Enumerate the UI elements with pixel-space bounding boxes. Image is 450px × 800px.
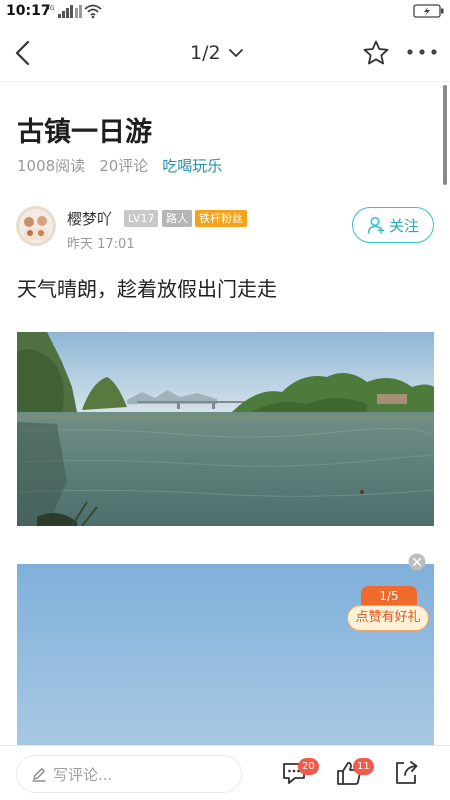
network-type: 4G <box>46 5 55 12</box>
follow-button[interactable]: 关注 <box>352 207 434 243</box>
page-indicator: 1/2 <box>190 42 221 64</box>
article-meta: 1008阅读 20评论 吃喝玩乐 <box>17 155 222 176</box>
read-count: 1008阅读 <box>17 157 86 175</box>
close-icon[interactable] <box>408 553 426 571</box>
back-icon[interactable] <box>12 40 34 66</box>
follow-label: 关注 <box>388 216 419 235</box>
avatar[interactable] <box>16 206 56 246</box>
comment-count-badge: 20 <box>298 758 319 775</box>
share-icon[interactable] <box>392 759 420 787</box>
scrollbar[interactable] <box>443 85 447 185</box>
author-name[interactable]: 樱梦吖 <box>67 208 112 229</box>
more-icon[interactable] <box>405 47 439 57</box>
river-photo[interactable] <box>17 332 434 526</box>
comment-input[interactable]: 写评论... <box>16 755 242 793</box>
top-navigation: 1/2 <box>0 24 450 82</box>
fan-badge: 铁杆粉丝 <box>195 210 247 227</box>
level-badge: LV17 <box>124 210 159 227</box>
pencil-icon <box>32 768 46 782</box>
star-icon[interactable] <box>362 39 390 67</box>
battery-icon <box>413 4 444 18</box>
page-selector[interactable]: 1/2 <box>190 40 244 66</box>
wifi-icon <box>84 4 102 19</box>
role-badge: 路人 <box>162 210 192 227</box>
comment-count-text: 20评论 <box>99 157 149 175</box>
signal-icon: 4G <box>46 5 82 18</box>
post-time: 昨天 17:01 <box>67 237 135 252</box>
chevron-down-icon <box>228 49 243 57</box>
like-count-badge: 11 <box>353 758 374 775</box>
bottom-bar: 写评论... 20 11 <box>0 745 450 800</box>
article-text: 天气晴朗，趁着放假出门走走 <box>17 277 277 301</box>
status-time: 10:17 <box>6 3 51 19</box>
promo-counter: 1/5 <box>361 586 417 606</box>
comment-placeholder: 写评论... <box>53 765 113 784</box>
article-title: 古镇一日游 <box>17 117 152 148</box>
status-bar: 10:17 4G <box>0 0 450 24</box>
promo-like-gift-button[interactable]: 点赞有好礼 <box>347 605 429 631</box>
category-link[interactable]: 吃喝玩乐 <box>162 155 222 176</box>
user-plus-icon <box>367 216 385 234</box>
